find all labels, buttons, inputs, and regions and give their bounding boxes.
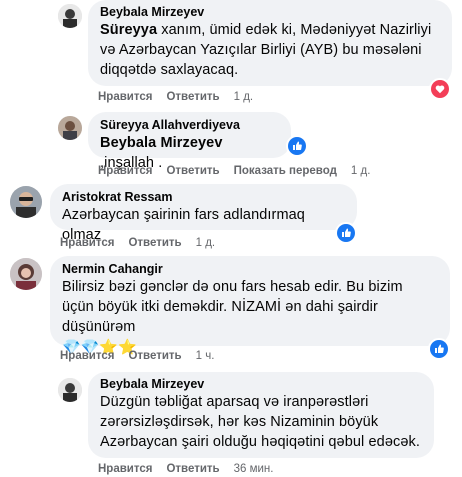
comment-author[interactable]: Beybala Mirzeyev xyxy=(100,376,422,392)
avatar[interactable] xyxy=(58,378,82,402)
comment-bubble: Süreyya Allahverdiyeva Beybala Mirzeyev … xyxy=(88,112,291,171)
comment-author[interactable]: Süreyya Allahverdiyeva xyxy=(100,117,279,133)
avatar[interactable] xyxy=(58,4,82,28)
mention-link[interactable]: Beybala Mirzeyev xyxy=(100,135,223,151)
comment-actions: Нравится Ответить 36 мин. xyxy=(98,461,287,477)
comment-text: Bilirsiz bəzi gənclər də onu fars hesab … xyxy=(62,279,403,335)
like-link[interactable]: Нравится xyxy=(98,163,152,179)
timestamp[interactable]: 1 ч. xyxy=(196,348,215,364)
like-reaction-icon[interactable] xyxy=(286,135,308,157)
comment-author[interactable]: Beybala Mirzeyev xyxy=(100,4,440,20)
avatar[interactable] xyxy=(10,186,42,218)
comment-author[interactable]: Aristokrat Ressam xyxy=(62,189,345,205)
reply-link[interactable]: Ответить xyxy=(128,235,181,251)
love-reaction-icon[interactable] xyxy=(429,78,451,100)
comment-actions: Нравится Ответить 1 д. xyxy=(60,235,229,251)
like-link[interactable]: Нравится xyxy=(98,461,152,477)
mention-link[interactable]: Süreyya xyxy=(100,22,157,38)
like-link[interactable]: Нравится xyxy=(60,348,114,364)
translate-link[interactable]: Показать перевод xyxy=(234,163,337,179)
like-reaction-icon[interactable] xyxy=(335,222,357,244)
comment-bubble: Beybala Mirzeyev Düzgün təbliğat aparsaq… xyxy=(88,372,434,458)
like-reaction-icon[interactable] xyxy=(428,338,450,360)
avatar[interactable] xyxy=(10,258,42,290)
reply-link[interactable]: Ответить xyxy=(166,461,219,477)
comment-actions: Нравится Ответить 1 д. xyxy=(98,89,267,105)
comment-bubble: Beybala Mirzeyev Süreyya xanım, ümid edə… xyxy=(88,0,452,86)
reply-link[interactable]: Ответить xyxy=(166,89,219,105)
comment-actions: Нравится Ответить 1 ч. xyxy=(60,348,228,364)
timestamp[interactable]: 1 д. xyxy=(196,235,216,251)
timestamp[interactable]: 1 д. xyxy=(234,89,254,105)
avatar[interactable] xyxy=(58,116,82,140)
timestamp[interactable]: 1 д. xyxy=(351,163,371,179)
like-link[interactable]: Нравится xyxy=(60,235,114,251)
comment-bubble: Nermin Cahangir Bilirsiz bəzi gənclər də… xyxy=(50,256,450,356)
reply-link[interactable]: Ответить xyxy=(128,348,181,364)
comment-bubble: Aristokrat Ressam Azərbaycan şairinin fa… xyxy=(50,184,357,243)
reply-link[interactable]: Ответить xyxy=(166,163,219,179)
comment-actions: Нравится Ответить Показать перевод 1 д. xyxy=(98,163,384,179)
comment-text: Düzgün təbliğat aparsaq və iranpərəstlər… xyxy=(100,394,420,450)
comment-text: Süreyya xanım, ümid edək ki, Mədəniyyət … xyxy=(100,22,432,78)
like-link[interactable]: Нравится xyxy=(98,89,152,105)
timestamp[interactable]: 36 мин. xyxy=(234,461,274,477)
comment-author[interactable]: Nermin Cahangir xyxy=(62,261,438,277)
